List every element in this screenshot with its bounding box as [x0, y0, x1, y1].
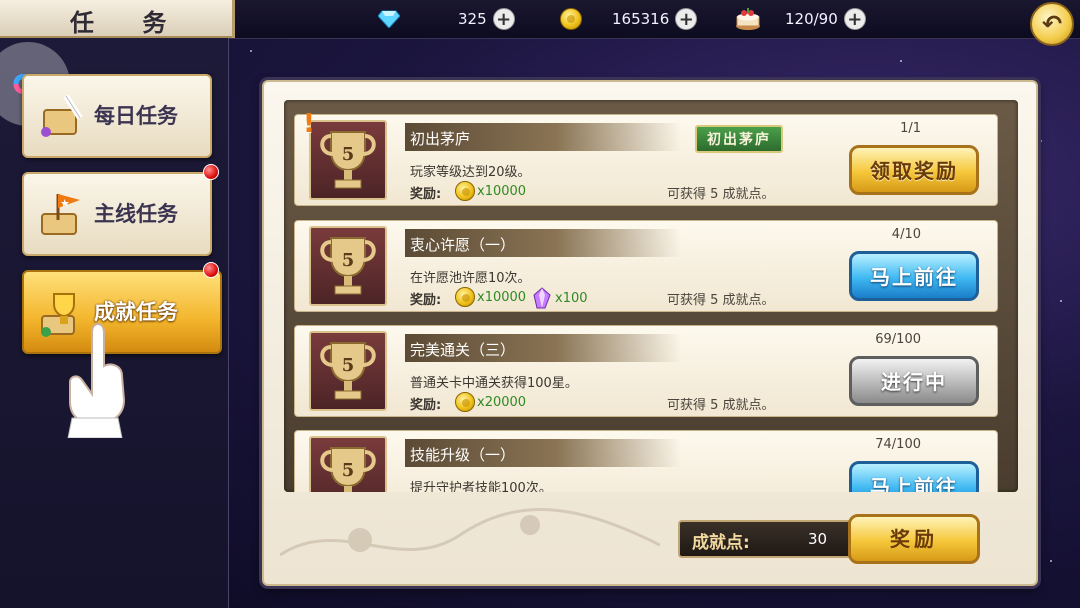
- coin-counter: 165316 +: [560, 5, 698, 33]
- task-description: 提升守护者技能100次。: [410, 481, 552, 492]
- nav-label: 主线任务: [94, 202, 178, 226]
- trophy-frame: 5: [309, 331, 387, 411]
- task-progress: 1/1: [900, 121, 921, 136]
- alert-icon: !: [303, 109, 315, 139]
- go-now-button[interactable]: 马上前往: [849, 461, 979, 492]
- svg-text:5: 5: [342, 144, 355, 165]
- task-row: 5 完美通关（三） 普通关卡中通关获得100星。 奖励: x20000 可获得 …: [294, 325, 998, 417]
- trophy-icon: 5: [320, 447, 376, 492]
- add-stamina-button[interactable]: +: [843, 8, 866, 30]
- back-arrow-icon: ↶: [1041, 10, 1063, 38]
- task-description: 普通关卡中通关获得100星。: [410, 376, 578, 391]
- cake-icon: [736, 8, 760, 30]
- pointing-hand-icon: [67, 322, 126, 438]
- achievement-points: 可获得 5 成就点。: [667, 187, 775, 202]
- achievement-points-value: 30: [808, 530, 828, 548]
- task-row: 5 技能升级（一） 提升守护者技能100次。 74/100 马上前往: [294, 430, 998, 492]
- top-bar: 任 务 325 + 165316 + 120/90 + ↶: [0, 0, 1080, 46]
- go-now-button[interactable]: 马上前往: [849, 251, 979, 301]
- stamina-count: 120/90: [785, 10, 838, 28]
- back-button[interactable]: ↶: [1030, 2, 1074, 46]
- task-progress: 69/100: [875, 332, 921, 347]
- svg-text:5: 5: [342, 250, 355, 271]
- title-plate: 任 务: [0, 0, 235, 38]
- nav-main-tasks[interactable]: 主线任务: [22, 172, 212, 256]
- page-title: 任 务: [70, 8, 187, 37]
- svg-text:5: 5: [342, 355, 355, 376]
- trophy-frame: 5: [309, 436, 387, 492]
- reward-item: x10000: [455, 287, 526, 307]
- task-progress: 74/100: [875, 437, 921, 452]
- diamond-icon: [378, 10, 400, 28]
- reward-label: 奖励:: [410, 187, 442, 202]
- add-diamond-button[interactable]: +: [492, 8, 515, 30]
- trophy-icon: 5: [320, 342, 376, 400]
- trophy-frame: 5: [309, 226, 387, 306]
- coin-icon: [455, 181, 475, 201]
- task-name: 技能升级（一）: [410, 446, 516, 464]
- notification-dot: [203, 262, 219, 278]
- title-badge: 初出茅庐: [695, 125, 783, 153]
- coin-icon: [560, 8, 582, 30]
- task-description: 玩家等级达到20级。: [410, 165, 531, 180]
- nav-daily-tasks[interactable]: 每日任务: [22, 74, 212, 158]
- trophy-icon: 5: [320, 131, 376, 189]
- add-coin-button[interactable]: +: [675, 8, 698, 30]
- reward-item: x100: [531, 287, 588, 309]
- trophy-icon: 5: [320, 237, 376, 295]
- task-row: 5 ! 初出茅庐 初出茅庐 玩家等级达到20级。 奖励: x10000 可获得 …: [294, 109, 998, 206]
- reward-label: 奖励:: [410, 293, 442, 308]
- nav-label: 每日任务: [94, 104, 178, 128]
- achievement-points: 可获得 5 成就点。: [667, 398, 775, 413]
- notification-dot: [203, 164, 219, 180]
- task-name: 初出茅庐: [410, 130, 471, 148]
- reward-qty: x10000: [477, 289, 527, 305]
- flag-scroll-icon: [41, 194, 80, 235]
- task-description: 在许愿池许愿10次。: [410, 271, 531, 286]
- reward-qty: x10000: [477, 183, 527, 199]
- claim-reward-button[interactable]: 领取奖励: [849, 145, 979, 195]
- coin-icon: [455, 287, 475, 307]
- task-name: 完美通关（三）: [410, 341, 516, 359]
- reward-item: x10000: [455, 181, 526, 201]
- scroll-quill-icon: [41, 94, 83, 137]
- wish-crystal-icon: [533, 287, 551, 309]
- reward-qty: x20000: [477, 394, 527, 410]
- in-progress-button[interactable]: 进行中: [849, 356, 979, 406]
- stamina-counter: 120/90 +: [735, 5, 866, 33]
- reward-label: 奖励:: [410, 398, 442, 413]
- reward-qty: x100: [555, 290, 588, 306]
- diamond-count: 325: [458, 10, 487, 28]
- achievement-points-label: 成就点:: [692, 533, 750, 553]
- achievement-points: 可获得 5 成就点。: [667, 293, 775, 308]
- task-row: 5 衷心许愿（一） 在许愿池许愿10次。 奖励: x10000 x100 可获得…: [294, 220, 998, 312]
- svg-text:5: 5: [342, 460, 355, 481]
- coin-count: 165316: [612, 10, 670, 28]
- task-name: 衷心许愿（一）: [410, 236, 516, 254]
- reward-item: x20000: [455, 392, 526, 412]
- task-list[interactable]: 5 ! 初出茅庐 初出茅庐 玩家等级达到20级。 奖励: x10000 可获得 …: [284, 100, 1018, 492]
- achievement-reward-button[interactable]: 奖励: [848, 514, 980, 564]
- diamond-counter: 325 +: [378, 5, 515, 33]
- trophy-frame: 5: [309, 120, 387, 200]
- rose-decoration: [280, 508, 660, 557]
- coin-icon: [455, 392, 475, 412]
- task-progress: 4/10: [891, 227, 921, 242]
